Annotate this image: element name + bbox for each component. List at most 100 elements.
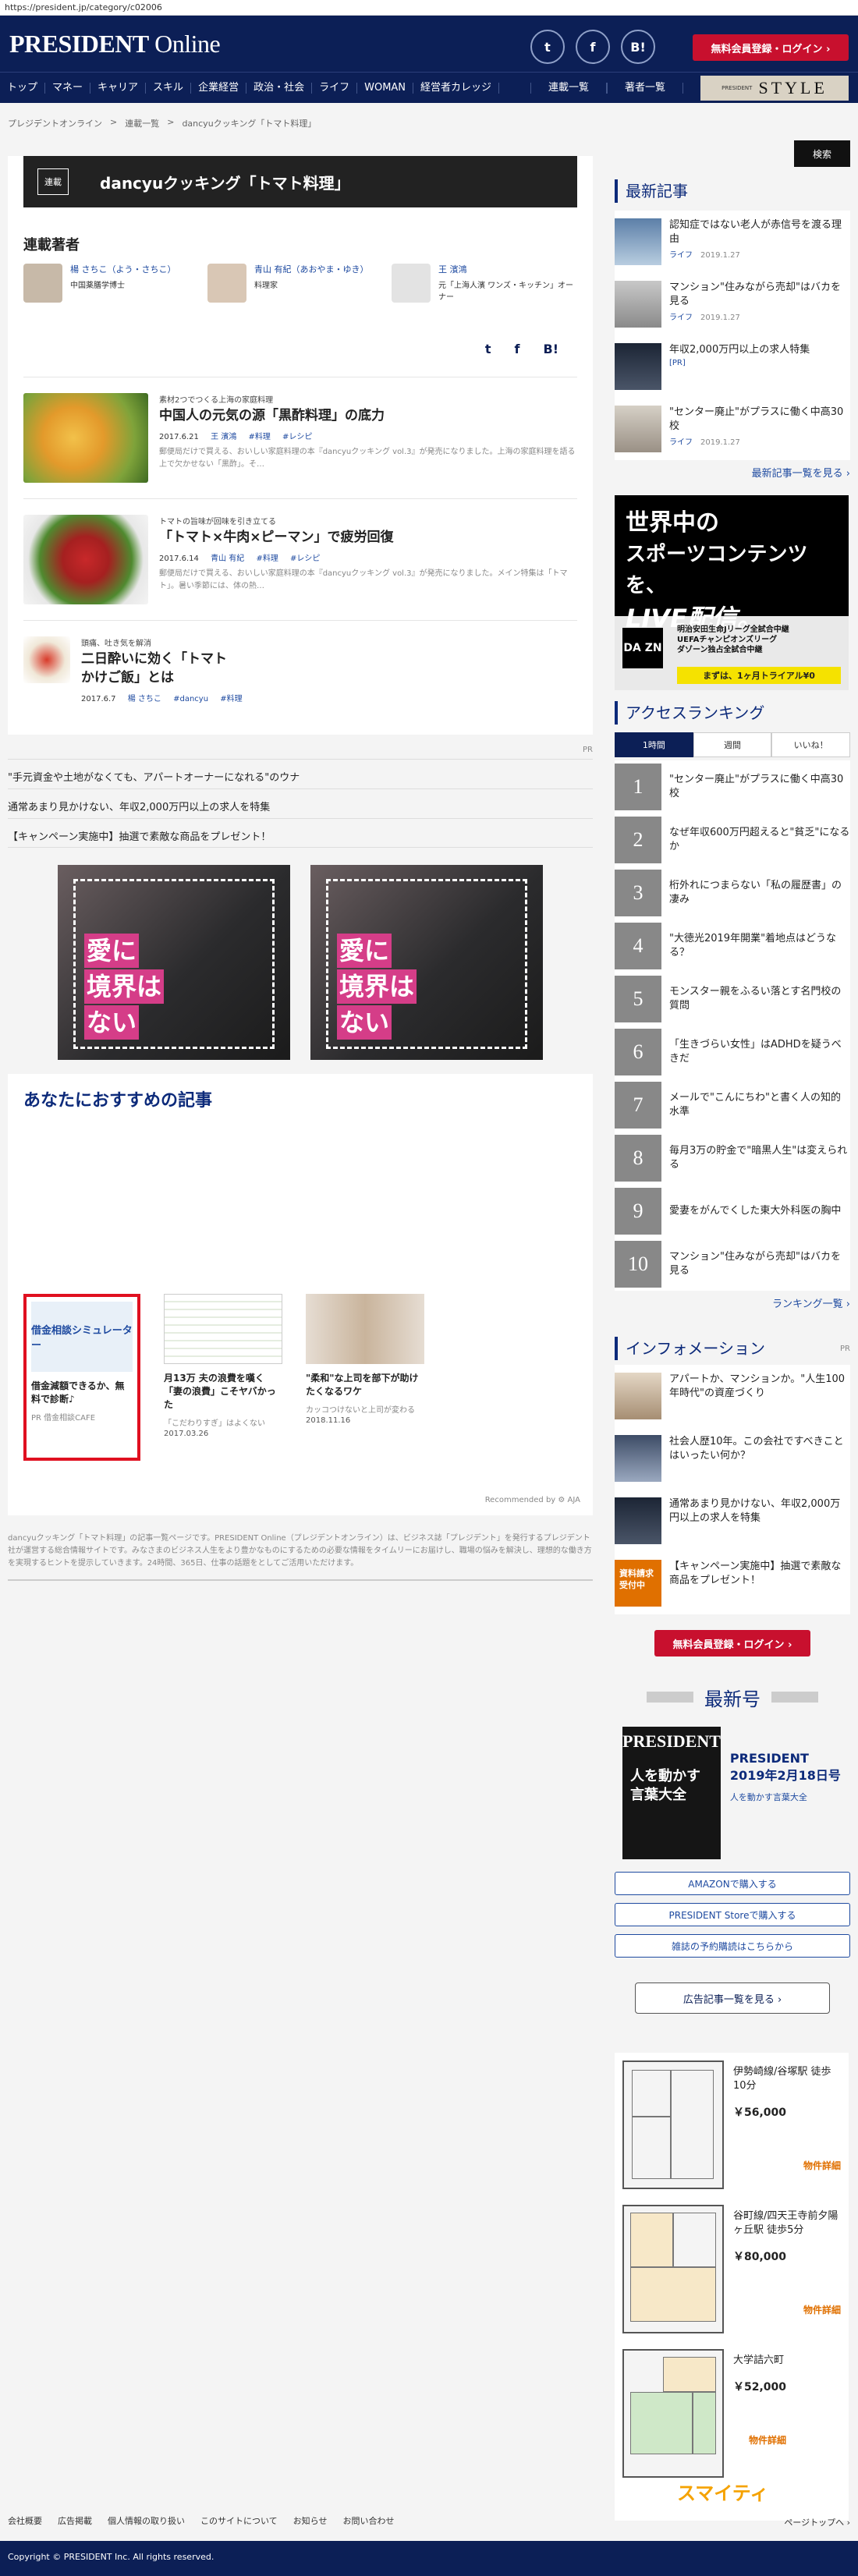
hatena-icon[interactable]: B! bbox=[544, 342, 559, 356]
tab-weekly[interactable]: 週間 bbox=[693, 732, 772, 757]
recommend-item[interactable]: 借金相談シミュレーター 借金減額できるか、無料で診断♪ PR 借金相談CAFE bbox=[23, 1294, 140, 1461]
article-title[interactable]: 「トマト×牛肉×ピーマン」で疲労回復 bbox=[159, 528, 577, 547]
site-logo[interactable]: PRESIDENT Online bbox=[9, 30, 221, 58]
footer-link-about[interactable]: このサイトについて bbox=[200, 2514, 278, 2527]
ranking-item[interactable]: 1 "センター廃止"がプラスに働く中高30校 bbox=[615, 760, 850, 813]
article-thumbnail[interactable] bbox=[23, 515, 148, 604]
sidebar-register-button[interactable]: 無料会員登録・ログイン › bbox=[654, 1630, 810, 1657]
author-name[interactable]: 王 濱鴻 bbox=[438, 264, 576, 275]
article-item[interactable]: 素材2つでつくる上海の家庭料理 中国人の元気の源「黒酢料理」の底力 2017.6… bbox=[23, 377, 577, 499]
facebook-icon[interactable]: f bbox=[576, 30, 610, 64]
article-tag[interactable]: #レシピ bbox=[282, 433, 312, 441]
footer-link-news[interactable]: お知らせ bbox=[293, 2514, 328, 2527]
latest-more-link[interactable]: 最新記事一覧を見る › bbox=[615, 465, 850, 480]
breadcrumb-home[interactable]: プレジデントオンライン bbox=[8, 117, 102, 129]
nav-item-college[interactable]: 経営者カレッジ bbox=[413, 82, 500, 94]
article-tag[interactable]: #料理 bbox=[248, 433, 270, 441]
author-name[interactable]: 楊 さちこ（よう・さちこ） bbox=[70, 264, 176, 275]
facebook-icon[interactable]: f bbox=[515, 342, 520, 356]
latest-item-title[interactable]: 年収2,000万円以上の求人特集 bbox=[669, 343, 810, 357]
latest-item[interactable]: 年収2,000万円以上の求人特集 [PR] bbox=[615, 335, 850, 398]
nav-item-woman[interactable]: WOMAN bbox=[357, 82, 414, 94]
buy-amazon-button[interactable]: AMAZONで購入する bbox=[615, 1872, 850, 1895]
nav-item-series-list[interactable]: 連載一覧 bbox=[530, 82, 608, 94]
twitter-icon[interactable]: t bbox=[485, 342, 491, 356]
nav-item-politics[interactable]: 政治・社会 bbox=[246, 82, 313, 94]
banner-ad[interactable]: 愛に 境界は ない bbox=[310, 865, 543, 1060]
twitter-icon[interactable]: t bbox=[530, 30, 565, 64]
nav-item-author-list[interactable]: 著者一覧 bbox=[607, 82, 684, 94]
ranking-item[interactable]: 9 愛妻をがんでくした東大外科医の胸中 bbox=[615, 1185, 850, 1238]
ranking-item[interactable]: 3 桁外れにつまらない「私の履歴書」の凄み bbox=[615, 866, 850, 919]
article-title[interactable]: 中国人の元気の源「黒酢料理」の底力 bbox=[159, 406, 577, 425]
info-item-title[interactable]: 【キャンペーン実施中】抽選で素敵な商品をプレゼント！ bbox=[669, 1560, 850, 1607]
nav-item-money[interactable]: マネー bbox=[45, 82, 91, 94]
ranking-item[interactable]: 5 モンスター親をふるい落とす名門校の質問 bbox=[615, 973, 850, 1026]
property-item[interactable]: 谷町線/四天王寺前夕陽ヶ丘駅 徒歩5分 ￥80,000 物件詳細 bbox=[615, 2197, 849, 2341]
ranking-item[interactable]: 10 マンション"住みながら売却"はバカを見る bbox=[615, 1238, 850, 1291]
register-login-button[interactable]: 無料会員登録・ログイン › bbox=[693, 34, 849, 61]
ranking-more-link[interactable]: ランキング一覧 › bbox=[615, 1295, 850, 1310]
buy-store-button[interactable]: PRESIDENT Storeで購入する bbox=[615, 1903, 850, 1926]
ranking-item-title[interactable]: 桁外れにつまらない「私の履歴書」の凄み bbox=[669, 879, 850, 907]
info-item-title[interactable]: 通常あまり見かけない、年収2,000万円以上の求人を特集 bbox=[669, 1497, 850, 1544]
article-tag[interactable]: #料理 bbox=[256, 555, 278, 563]
nav-item-life[interactable]: ライフ bbox=[312, 82, 358, 94]
latest-item[interactable]: 認知症ではない老人が赤信号を渡る理由 ライフ 2019.1.27 bbox=[615, 211, 850, 273]
ranking-item[interactable]: 7 メールで"こんにちわ"と書く人の知的水準 bbox=[615, 1079, 850, 1132]
ranking-item-title[interactable]: 「生きづらい女性」はADHDを疑うべきだ bbox=[669, 1038, 850, 1066]
article-item[interactable]: 頭痛、吐き気を解消 二日酔いに効く「トマトかけご飯」とは 2017.6.7 楊 … bbox=[23, 621, 577, 719]
nav-item-skill[interactable]: スキル bbox=[146, 82, 192, 94]
dazn-ad[interactable]: 世界中の スポーツコンテンツを、 LIVE配信。 DA ZN 明治安田生命Jリー… bbox=[615, 495, 849, 690]
magazine-cover[interactable]: PRESIDENT 人を動かす言葉大全 bbox=[622, 1727, 721, 1859]
ranking-item-title[interactable]: 愛妻をがんでくした東大外科医の胸中 bbox=[669, 1204, 841, 1218]
article-tag[interactable]: #料理 bbox=[220, 695, 242, 703]
subscribe-button[interactable]: 雑誌の予約購読はこちらから bbox=[615, 1934, 850, 1958]
nav-item-career[interactable]: キャリア bbox=[90, 82, 147, 94]
ranking-item[interactable]: 2 なぜ年収600万円超えると"貧乏"になるか bbox=[615, 813, 850, 866]
author-item[interactable]: 青山 有紀（あおやま・ゆき） 料理家 bbox=[207, 264, 392, 303]
info-item-title[interactable]: アパートか、マンションか。"人生100年時代"の資産づくり bbox=[669, 1373, 850, 1419]
article-thumbnail[interactable] bbox=[23, 636, 70, 683]
tab-likes[interactable]: いいね！ bbox=[771, 732, 851, 757]
nav-item-top[interactable]: トップ bbox=[0, 82, 46, 94]
nav-item-management[interactable]: 企業経営 bbox=[191, 82, 247, 94]
recommend-item[interactable]: 月13万 夫の浪費を嘆く「妻の浪費」こそヤバかった 「こだわりすぎ」はよくない … bbox=[164, 1294, 282, 1461]
article-tag[interactable]: #dancyu bbox=[173, 695, 208, 703]
ranking-item[interactable]: 8 毎月3万の貯金で"暗黒人生"は変えられる bbox=[615, 1132, 850, 1185]
footer-link-contact[interactable]: お問い合わせ bbox=[342, 2514, 394, 2527]
latest-item[interactable]: "センター廃止"がプラスに働く中高30校 ライフ 2019.1.27 bbox=[615, 398, 850, 460]
recommend-item-title[interactable]: 借金減額できるか、無料で診断♪ bbox=[31, 1380, 133, 1406]
ad-list-button[interactable]: 広告記事一覧を見る › bbox=[635, 1982, 830, 2014]
breadcrumb-series[interactable]: 連載一覧 bbox=[125, 117, 159, 129]
property-detail-link[interactable]: 物件詳細 bbox=[733, 2159, 841, 2172]
latest-item-title[interactable]: マンション"住みながら売却"はバカを見る bbox=[669, 281, 850, 309]
recommend-item-title[interactable]: "柔和"な上司を部下が助けたくなるワケ bbox=[306, 1372, 424, 1398]
latest-item-title[interactable]: "センター廃止"がプラスに働く中高30校 bbox=[669, 406, 850, 434]
property-detail-link[interactable]: 物件詳細 bbox=[733, 2433, 786, 2447]
article-thumbnail[interactable] bbox=[23, 393, 148, 483]
latest-item-title[interactable]: 認知症ではない老人が赤信号を渡る理由 bbox=[669, 218, 850, 246]
article-item[interactable]: トマトの旨味が回味を引き立てる 「トマト×牛肉×ピーマン」で疲労回復 2017.… bbox=[23, 499, 577, 621]
search-button[interactable]: 検索 bbox=[794, 140, 850, 167]
magazine-subtitle[interactable]: 人を動かす言葉大全 bbox=[730, 1791, 842, 1803]
author-name[interactable]: 青山 有紀（あおやま・ゆき） bbox=[254, 264, 369, 275]
ranking-item-title[interactable]: 毎月3万の貯金で"暗黒人生"は変えられる bbox=[669, 1144, 850, 1172]
article-author[interactable]: 楊 さちこ bbox=[128, 695, 161, 703]
article-author[interactable]: 王 濱鴻 bbox=[211, 433, 236, 441]
ranking-item-title[interactable]: なぜ年収600万円超えると"貧乏"になるか bbox=[669, 826, 850, 854]
footer-link-privacy[interactable]: 個人情報の取り扱い bbox=[108, 2514, 185, 2527]
property-item[interactable]: 伊勢崎線/谷塚駅 徒歩10分 ￥56,000 物件詳細 bbox=[615, 2053, 849, 2197]
property-detail-link[interactable]: 物件詳細 bbox=[733, 2303, 841, 2316]
dazn-cta[interactable]: まずは、1ヶ月トライアル¥0 bbox=[677, 667, 841, 684]
ranking-item-title[interactable]: メールで"こんにちわ"と書く人の知的水準 bbox=[669, 1091, 850, 1119]
ranking-item[interactable]: 6 「生きづらい女性」はADHDを疑うべきだ bbox=[615, 1026, 850, 1079]
page-top-link[interactable]: ページトップへ › bbox=[784, 2516, 850, 2528]
footer-link-company[interactable]: 会社概要 bbox=[8, 2514, 42, 2527]
tab-hourly[interactable]: 1時間 bbox=[615, 732, 693, 757]
author-item[interactable]: 王 濱鴻 元「上海人濱 ワンズ・キッチン」オーナー bbox=[392, 264, 576, 303]
recommend-item[interactable]: "柔和"な上司を部下が助けたくなるワケ カッコつけないと上司が変わる 2018.… bbox=[306, 1294, 424, 1461]
info-item[interactable]: 資料請求受付中 【キャンペーン実施中】抽選で素敵な商品をプレゼント！ bbox=[615, 1552, 850, 1614]
info-item[interactable]: 通常あまり見かけない、年収2,000万円以上の求人を特集 bbox=[615, 1490, 850, 1552]
recommend-item-title[interactable]: 月13万 夫の浪費を嘆く「妻の浪費」こそヤバかった bbox=[164, 1372, 282, 1412]
